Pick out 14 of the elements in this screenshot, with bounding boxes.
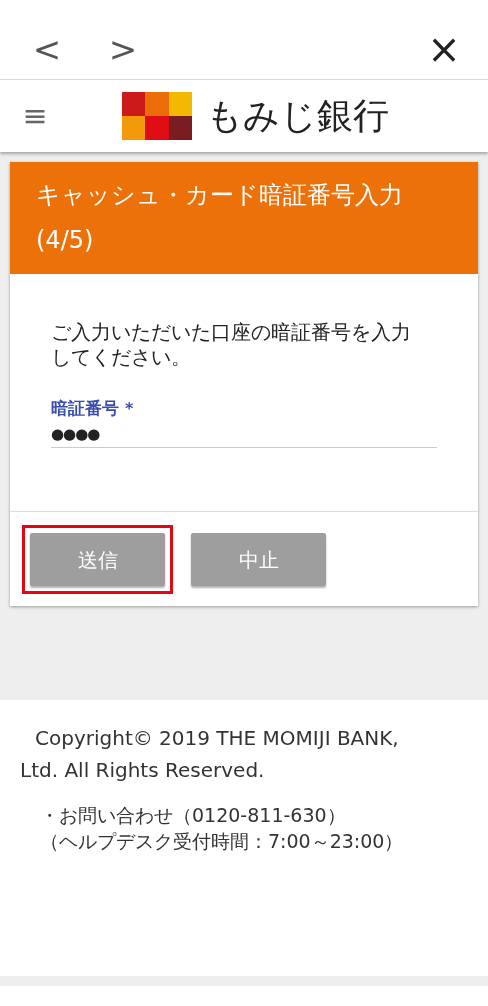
back-button[interactable]: <: [30, 29, 64, 69]
close-button[interactable]: ×: [424, 29, 464, 69]
instruction-text: ご入力いただいた口座の暗証番号を入力してください。: [51, 320, 412, 370]
logo-icon: [122, 92, 192, 140]
logo-text: もみじ銀行: [206, 98, 389, 134]
pin-field[interactable]: ●●●●: [51, 422, 437, 448]
field-label: 暗証番号: [51, 397, 119, 420]
card-title: キャッシュ・カード暗証番号入力(4/5): [10, 162, 478, 274]
contact-text: （ヘルプデスク受付時間：7:00～23:00）: [40, 829, 405, 854]
menu-button[interactable]: ≡: [20, 101, 50, 131]
copyright-text: Copyright© 2019 THE MOMIJI BANK, Ltd. All Rights Reserved.: [20, 725, 400, 784]
required-mark: *: [125, 398, 134, 420]
forward-button[interactable]: >: [106, 29, 140, 69]
contact-text: ・お問い合わせ（0120-811-630）: [40, 803, 347, 828]
